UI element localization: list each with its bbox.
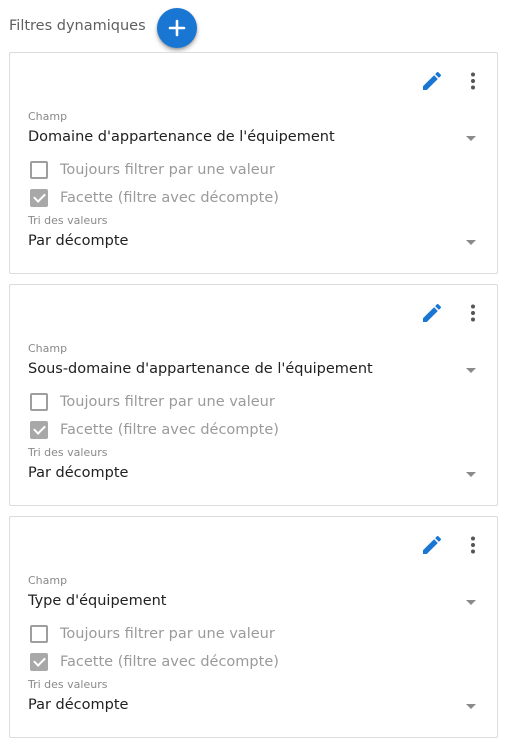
sort-select-value: Par décompte (28, 465, 129, 481)
pencil-icon (423, 71, 442, 90)
filter-card: Champ Sous-domaine d'appartenance de l'é… (9, 284, 498, 506)
champ-select[interactable]: Type d'équipement (28, 593, 476, 609)
more-vert-icon (471, 72, 475, 90)
dropdown-arrow-icon (466, 704, 476, 709)
facet-checkbox[interactable] (30, 421, 48, 439)
facet-checkbox-row[interactable]: Facette (filtre avec décompte) (30, 419, 279, 441)
page-title: Filtres dynamiques (9, 18, 146, 34)
always-filter-label: Toujours filtrer par une valeur (60, 394, 275, 410)
sort-select[interactable]: Par décompte (28, 697, 476, 713)
facet-checkbox-row[interactable]: Facette (filtre avec décompte) (30, 651, 279, 673)
always-filter-label: Toujours filtrer par une valeur (60, 626, 275, 642)
facet-checkbox[interactable] (30, 653, 48, 671)
dropdown-arrow-icon (466, 136, 476, 141)
filter-card: Champ Domaine d'appartenance de l'équipe… (9, 52, 498, 274)
facet-label: Facette (filtre avec décompte) (60, 654, 279, 670)
champ-select-value: Domaine d'appartenance de l'équipement (28, 129, 335, 145)
always-filter-label: Toujours filtrer par une valeur (60, 162, 275, 178)
sort-select[interactable]: Par décompte (28, 465, 476, 481)
filters-header: Filtres dynamiques (0, 0, 509, 56)
sort-label: Tri des valeurs (28, 214, 108, 227)
always-filter-checkbox-row[interactable]: Toujours filtrer par une valeur (30, 623, 275, 645)
champ-select-value: Type d'équipement (28, 593, 167, 609)
more-vert-icon (471, 304, 475, 322)
champ-label: Champ (28, 342, 68, 355)
sort-select-value: Par décompte (28, 697, 129, 713)
facet-label: Facette (filtre avec décompte) (60, 422, 279, 438)
filter-card: Champ Type d'équipement Toujours filtrer… (9, 516, 498, 738)
always-filter-checkbox[interactable] (30, 161, 48, 179)
sort-select-value: Par décompte (28, 233, 129, 249)
champ-label: Champ (28, 574, 68, 587)
always-filter-checkbox-row[interactable]: Toujours filtrer par une valeur (30, 159, 275, 181)
dropdown-arrow-icon (466, 240, 476, 245)
facet-checkbox-row[interactable]: Facette (filtre avec décompte) (30, 187, 279, 209)
edit-filter-button[interactable] (420, 533, 444, 557)
always-filter-checkbox[interactable] (30, 625, 48, 643)
dropdown-arrow-icon (466, 368, 476, 373)
add-filter-button[interactable] (157, 8, 197, 48)
edit-filter-button[interactable] (420, 69, 444, 93)
facet-label: Facette (filtre avec décompte) (60, 190, 279, 206)
sort-select[interactable]: Par décompte (28, 233, 476, 249)
dropdown-arrow-icon (466, 472, 476, 477)
more-options-button[interactable] (461, 69, 485, 93)
pencil-icon (423, 303, 442, 322)
more-vert-icon (471, 536, 475, 554)
dropdown-arrow-icon (466, 600, 476, 605)
sort-label: Tri des valeurs (28, 446, 108, 459)
sort-label: Tri des valeurs (28, 678, 108, 691)
always-filter-checkbox[interactable] (30, 393, 48, 411)
plus-icon (168, 19, 186, 37)
champ-label: Champ (28, 110, 68, 123)
facet-checkbox[interactable] (30, 189, 48, 207)
more-options-button[interactable] (461, 301, 485, 325)
pencil-icon (423, 535, 442, 554)
more-options-button[interactable] (461, 533, 485, 557)
champ-select[interactable]: Sous-domaine d'appartenance de l'équipem… (28, 361, 476, 377)
edit-filter-button[interactable] (420, 301, 444, 325)
always-filter-checkbox-row[interactable]: Toujours filtrer par une valeur (30, 391, 275, 413)
champ-select-value: Sous-domaine d'appartenance de l'équipem… (28, 361, 373, 377)
champ-select[interactable]: Domaine d'appartenance de l'équipement (28, 129, 476, 145)
